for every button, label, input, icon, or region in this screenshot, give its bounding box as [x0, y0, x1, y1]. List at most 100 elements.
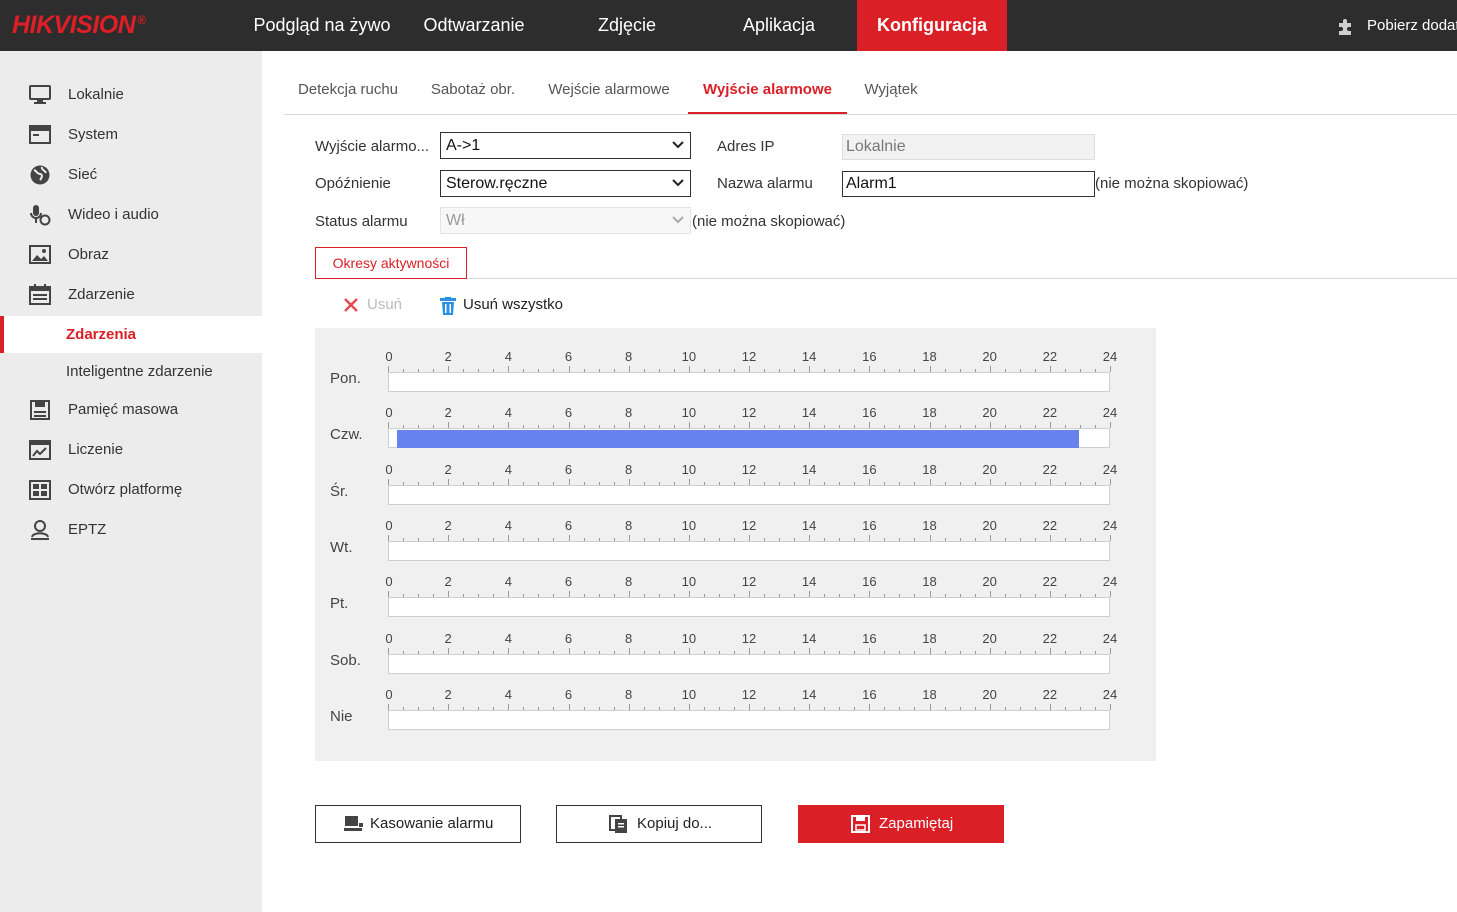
- tab-alarm-output[interactable]: Wyjście alarmowe: [688, 68, 847, 114]
- config-tabs: Detekcja ruchu Sabotaż obr. Wejście alar…: [284, 68, 1457, 115]
- hour-tick-label: 6: [564, 686, 573, 702]
- hour-tick-label: 24: [1102, 686, 1118, 702]
- active-period-segment[interactable]: [396, 430, 1079, 449]
- alarm-output-select[interactable]: A->1: [440, 132, 691, 159]
- delete-all-button[interactable]: Usuń wszystko: [439, 294, 579, 316]
- download-plugin-link[interactable]: Pobierz dodat: [1336, 0, 1457, 51]
- sidebar-item-network[interactable]: Sieć: [0, 155, 262, 195]
- sidebar-subitem-events[interactable]: Zdarzenia: [0, 316, 262, 353]
- day-schedule-bar[interactable]: [388, 709, 1110, 730]
- sidebar-item-counting[interactable]: Liczenie: [0, 430, 262, 470]
- hour-tick-label: 24: [1102, 574, 1118, 590]
- day-schedule-bar[interactable]: [388, 372, 1110, 392]
- hour-tick-label: 20: [982, 574, 997, 590]
- hour-tick-label: 22: [1042, 574, 1058, 590]
- tab-exception[interactable]: Wyjątek: [850, 68, 932, 114]
- hour-tick-label: 6: [564, 461, 573, 477]
- copy-to-button[interactable]: Kopiuj do...: [556, 805, 762, 843]
- hour-tick-label: 20: [982, 517, 997, 533]
- hour-tick-label: 10: [681, 630, 697, 646]
- tab-video-tampering[interactable]: Sabotaż obr.: [418, 68, 528, 114]
- tick-mark: [1110, 534, 1111, 541]
- hour-tick-label: 6: [564, 405, 573, 421]
- delay-select[interactable]: Sterow.ręczne: [440, 170, 691, 197]
- hour-tick-label: 8: [625, 405, 633, 421]
- schedule-row: 0 2 4 6 8 10 12 14 16 18 20 22 24 Wt.: [315, 509, 1156, 565]
- hour-tick-label: 12: [741, 461, 757, 477]
- alarm-name-label: Nazwa alarmu: [717, 175, 813, 192]
- schedule-row: 0 2 4 6 8 10 12 14 16 18 20 22 24 Sob.: [315, 622, 1156, 678]
- tab-motion-detection[interactable]: Detekcja ruchu: [284, 68, 412, 114]
- hour-tick-label: 2: [444, 461, 452, 477]
- active-periods-tab[interactable]: Okresy aktywności: [315, 247, 467, 279]
- hour-tick-label: 16: [862, 630, 877, 646]
- hour-tick-label: 8: [625, 686, 633, 702]
- sidebar-item-storage[interactable]: Pamięć masowa: [0, 390, 262, 430]
- alarm-name-input[interactable]: Alarm1: [842, 171, 1095, 197]
- tab-alarm-input[interactable]: Wejście alarmowe: [536, 68, 682, 114]
- hour-tick-label: 4: [504, 517, 512, 533]
- save-disk-icon: [30, 400, 50, 420]
- schedule-row: 0 2 4 6 8 10 12 14 16 18 20 22 24 Nie: [315, 678, 1156, 734]
- hour-tick-label: 14: [801, 405, 817, 421]
- day-schedule-bar[interactable]: [388, 540, 1110, 561]
- nav-picture[interactable]: Zdjęcie: [573, 0, 681, 51]
- hour-tick-label: 0: [385, 461, 393, 477]
- schedule-row: 0 2 4 6 8 10 12 14 16 18 20 22 24 Pt.: [315, 565, 1156, 621]
- hour-tick-label: 10: [681, 517, 697, 533]
- hour-tick-label: 24: [1102, 405, 1118, 421]
- top-navigation-bar: HIKVISION ® Podgląd na żywo Odtwarzanie Z…: [0, 0, 1457, 51]
- nav-application[interactable]: Aplikacja: [721, 0, 837, 51]
- nav-live-view[interactable]: Podgląd na żywo: [239, 0, 405, 51]
- day-label: Pon.: [330, 370, 361, 387]
- nav-configuration[interactable]: Konfiguracja: [857, 0, 1007, 51]
- hour-tick-label: 2: [444, 349, 452, 364]
- hour-tick-label: 24: [1102, 517, 1118, 533]
- save-button[interactable]: Zapamiętaj: [798, 805, 1004, 843]
- hour-tick-label: 14: [801, 630, 817, 646]
- hour-tick-label: 16: [862, 405, 877, 421]
- sidebar-item-local[interactable]: Lokalnie: [0, 75, 262, 115]
- tick-mark: [1110, 647, 1111, 654]
- hour-tick-label: 14: [801, 574, 817, 590]
- reset-alarm-button[interactable]: Kasowanie alarmu: [315, 805, 521, 843]
- sidebar-item-open-platform[interactable]: Otwórz platformę: [0, 470, 262, 510]
- hour-tick-label: 18: [922, 686, 937, 702]
- save-icon: [851, 815, 870, 833]
- hour-tick-label: 18: [922, 349, 937, 364]
- sidebar-item-image[interactable]: Obraz: [0, 235, 262, 275]
- hour-tick-label: 0: [385, 405, 393, 421]
- schedule-row: 0 2 4 6 8 10 12 14 16 18 20 22 24 Czw.: [315, 396, 1156, 452]
- delete-button[interactable]: Usuń: [343, 294, 413, 316]
- sidebar-subitem-smart-event[interactable]: Inteligentne zdarzenie: [0, 353, 262, 390]
- day-schedule-bar[interactable]: [388, 484, 1110, 505]
- hour-tick-label: 16: [862, 461, 877, 477]
- platform-icon: [29, 480, 51, 500]
- hour-tick-label: 8: [625, 461, 633, 477]
- day-label: Wt.: [330, 538, 353, 556]
- nav-playback[interactable]: Odtwarzanie: [405, 0, 543, 51]
- schedule-row: 0 2 4 6 8 10 12 14 16 18 20 22 24 Pon.: [315, 340, 1156, 396]
- hour-tick-label: 6: [564, 574, 573, 590]
- hour-tick-label: 16: [862, 349, 877, 364]
- hour-tick-label: 16: [862, 574, 877, 590]
- hour-tick-label: 18: [922, 574, 937, 590]
- day-schedule-bar[interactable]: [388, 597, 1110, 618]
- hour-tick-label: 20: [982, 405, 997, 421]
- day-label: Sob.: [330, 651, 361, 669]
- copy-icon: [609, 815, 627, 833]
- divider: [467, 278, 1457, 279]
- hour-tick-label: 4: [504, 686, 512, 702]
- chevron-down-icon: [672, 141, 684, 149]
- sidebar-item-video-audio[interactable]: Wideo i audio: [0, 195, 262, 235]
- day-schedule-bar[interactable]: [388, 428, 1110, 449]
- hour-tick-label: 16: [862, 517, 877, 533]
- sidebar-item-system[interactable]: System: [0, 115, 262, 155]
- sidebar-item-event[interactable]: Zdarzenie: [0, 275, 262, 315]
- day-schedule-bar[interactable]: [388, 653, 1110, 674]
- hour-tick-label: 18: [922, 405, 937, 421]
- hour-tick-label: 8: [625, 630, 633, 646]
- hour-tick-label: 20: [982, 349, 997, 364]
- hour-tick-label: 0: [385, 630, 393, 646]
- sidebar-item-eptz[interactable]: EPTZ: [0, 510, 262, 550]
